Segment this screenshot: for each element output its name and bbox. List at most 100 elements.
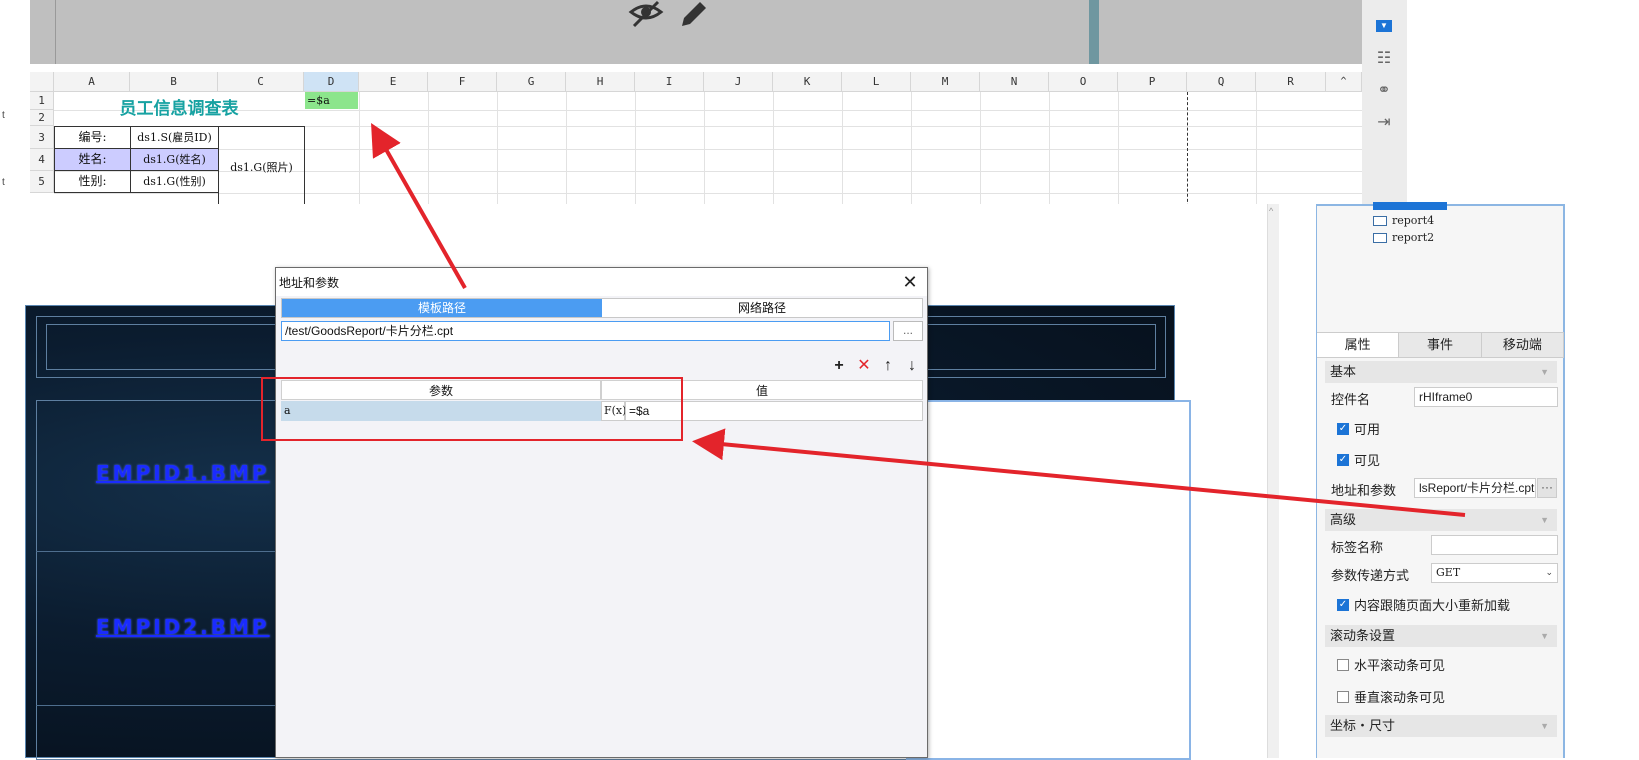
row-header-3[interactable]: 3	[30, 126, 54, 149]
employee-image-1[interactable]: EMPID1.BMP	[96, 461, 270, 485]
browse-button[interactable]: ...	[893, 321, 923, 341]
cell-b3[interactable]: ds1.S(雇员ID)	[130, 126, 219, 149]
col-header-r[interactable]: R	[1256, 72, 1326, 92]
section-advanced[interactable]: 高级 ▼	[1325, 509, 1557, 531]
chevron-down-icon[interactable]: ⌄	[1545, 564, 1553, 582]
hide-icon[interactable]	[628, 0, 664, 30]
tag-name-input[interactable]	[1431, 535, 1558, 555]
col-header-i[interactable]: I	[635, 72, 704, 92]
row-header-2[interactable]: 2	[30, 110, 54, 126]
canvas-vertical-scrollbar[interactable]: ^	[1267, 204, 1279, 758]
col-header-l[interactable]: L	[842, 72, 911, 92]
collapse-icon[interactable]: ▼	[1540, 361, 1549, 383]
checkbox-box	[1337, 690, 1349, 703]
param-value-cell[interactable]: =$a	[625, 401, 923, 421]
address-params-input[interactable]: lsReport/卡片分栏.cpt	[1414, 478, 1536, 498]
col-header-a[interactable]: A	[54, 72, 130, 92]
col-header-b[interactable]: B	[130, 72, 218, 92]
collapse-icon[interactable]: ▼	[1540, 625, 1549, 647]
row-side-mark: t	[2, 110, 5, 121]
cell-a5[interactable]: 性别:	[54, 170, 131, 193]
formula-fx-icon[interactable]: F(x)	[601, 401, 626, 421]
template-path-input[interactable]: /test/GoodsReport/卡片分栏.cpt	[281, 321, 890, 341]
grid-line	[428, 92, 429, 208]
col-header-e[interactable]: E	[359, 72, 428, 92]
cell-a3[interactable]: 编号:	[54, 126, 131, 149]
iframe-widget-preview[interactable]	[906, 400, 1191, 760]
row-header-4[interactable]: 4	[30, 149, 54, 171]
col-header-n[interactable]: N	[980, 72, 1049, 92]
tab-network-path[interactable]: 网络路径	[602, 299, 922, 317]
move-up-icon[interactable]: ↑	[878, 356, 898, 376]
report-designer-top: A B C D E F G H I J K L M N O P Q R ^ 1 …	[0, 0, 1407, 208]
cell-a4[interactable]: 姓名:	[54, 148, 131, 171]
grid-line	[911, 92, 912, 208]
link-icon[interactable]: ⚭	[1370, 78, 1398, 102]
list-widget-icon[interactable]: ☷	[1370, 46, 1398, 70]
grid-line	[635, 92, 636, 208]
tab-template-path[interactable]: 模板路径	[282, 299, 602, 317]
col-header-j[interactable]: J	[704, 72, 773, 92]
checkbox-label: 可见	[1354, 453, 1381, 468]
column-header-param[interactable]: 参数	[281, 380, 601, 400]
preview-scrollbar[interactable]	[1089, 0, 1099, 64]
tree-selected-item[interactable]	[1373, 202, 1447, 210]
scroll-up-icon[interactable]: ^	[1269, 206, 1273, 216]
param-name-cell[interactable]: a	[281, 401, 601, 421]
scroll-up-icon[interactable]: ^	[1326, 72, 1362, 92]
col-header-h[interactable]: H	[566, 72, 635, 92]
import-icon[interactable]: ⇥	[1370, 110, 1398, 134]
col-header-o[interactable]: O	[1049, 72, 1118, 92]
collapse-icon[interactable]: ▼	[1540, 509, 1549, 531]
v-scrollbar-checkbox[interactable]: 垂直滚动条可见	[1337, 687, 1445, 706]
cell-b4[interactable]: ds1.G(姓名)	[130, 148, 219, 171]
collapse-icon[interactable]: ▼	[1540, 715, 1549, 737]
tab-mobile[interactable]: 移动端	[1482, 333, 1564, 357]
col-header-p[interactable]: P	[1118, 72, 1187, 92]
col-header-q[interactable]: Q	[1187, 72, 1256, 92]
col-header-k[interactable]: K	[773, 72, 842, 92]
col-header-m[interactable]: M	[911, 72, 980, 92]
move-down-icon[interactable]: ↓	[902, 356, 922, 376]
section-basic[interactable]: 基本 ▼	[1325, 361, 1557, 383]
section-scrollbar[interactable]: 滚动条设置 ▼	[1325, 625, 1557, 647]
grid-line	[359, 92, 360, 208]
add-icon[interactable]: +	[829, 356, 849, 376]
report-title-cell[interactable]: 员工信息调查表	[54, 92, 304, 126]
grid-line	[1118, 92, 1119, 208]
col-header-c[interactable]: C	[218, 72, 304, 92]
h-scrollbar-checkbox[interactable]: 水平滚动条可见	[1337, 655, 1445, 674]
column-header-value[interactable]: 值	[601, 380, 923, 400]
enabled-checkbox[interactable]: ✓ 可用	[1337, 419, 1380, 438]
close-icon[interactable]: ✕	[899, 271, 921, 293]
grid-corner[interactable]	[30, 72, 54, 92]
edit-pencil-icon[interactable]	[676, 0, 712, 30]
cell-photo[interactable]: ds1.G(照片)	[218, 126, 305, 208]
tree-item-report2[interactable]: report2	[1373, 231, 1434, 244]
grid-line	[1049, 92, 1050, 208]
spreadsheet-grid[interactable]: A B C D E F G H I J K L M N O P Q R ^ 1 …	[30, 72, 1374, 208]
row-header-1[interactable]: 1	[30, 92, 54, 110]
cell-d1-formula[interactable]: =$a	[305, 92, 358, 109]
tree-item-report4[interactable]: report4	[1373, 214, 1434, 227]
address-params-button[interactable]: ···	[1537, 478, 1557, 498]
row-header-5[interactable]: 5	[30, 171, 54, 193]
delete-icon[interactable]: ✕	[854, 356, 874, 376]
param-method-select[interactable]: GET ⌄	[1431, 563, 1558, 583]
tab-properties[interactable]: 属性	[1317, 333, 1400, 357]
reload-checkbox[interactable]: ✓ 内容跟随页面大小重新加载	[1337, 595, 1510, 614]
widget-name-input[interactable]: rHIframe0	[1414, 387, 1558, 407]
dropdown-widget-icon[interactable]: ▼	[1370, 14, 1398, 38]
col-header-g[interactable]: G	[497, 72, 566, 92]
col-header-f[interactable]: F	[428, 72, 497, 92]
address-params-label: 地址和参数	[1331, 483, 1397, 498]
row-side-mark: t	[2, 177, 5, 188]
right-toolbar: ▼ ☷ ⚭ ⇥	[1362, 0, 1407, 208]
tab-events[interactable]: 事件	[1399, 333, 1482, 357]
col-header-d[interactable]: D	[304, 72, 359, 92]
dialog-titlebar[interactable]: 地址和参数 ✕	[276, 268, 927, 296]
cell-b5[interactable]: ds1.G(性别)	[130, 170, 219, 193]
section-coords[interactable]: 坐标・尺寸 ▼	[1325, 715, 1557, 737]
visible-checkbox[interactable]: ✓ 可见	[1337, 450, 1380, 469]
employee-image-2[interactable]: EMPID2.BMP	[96, 615, 270, 639]
